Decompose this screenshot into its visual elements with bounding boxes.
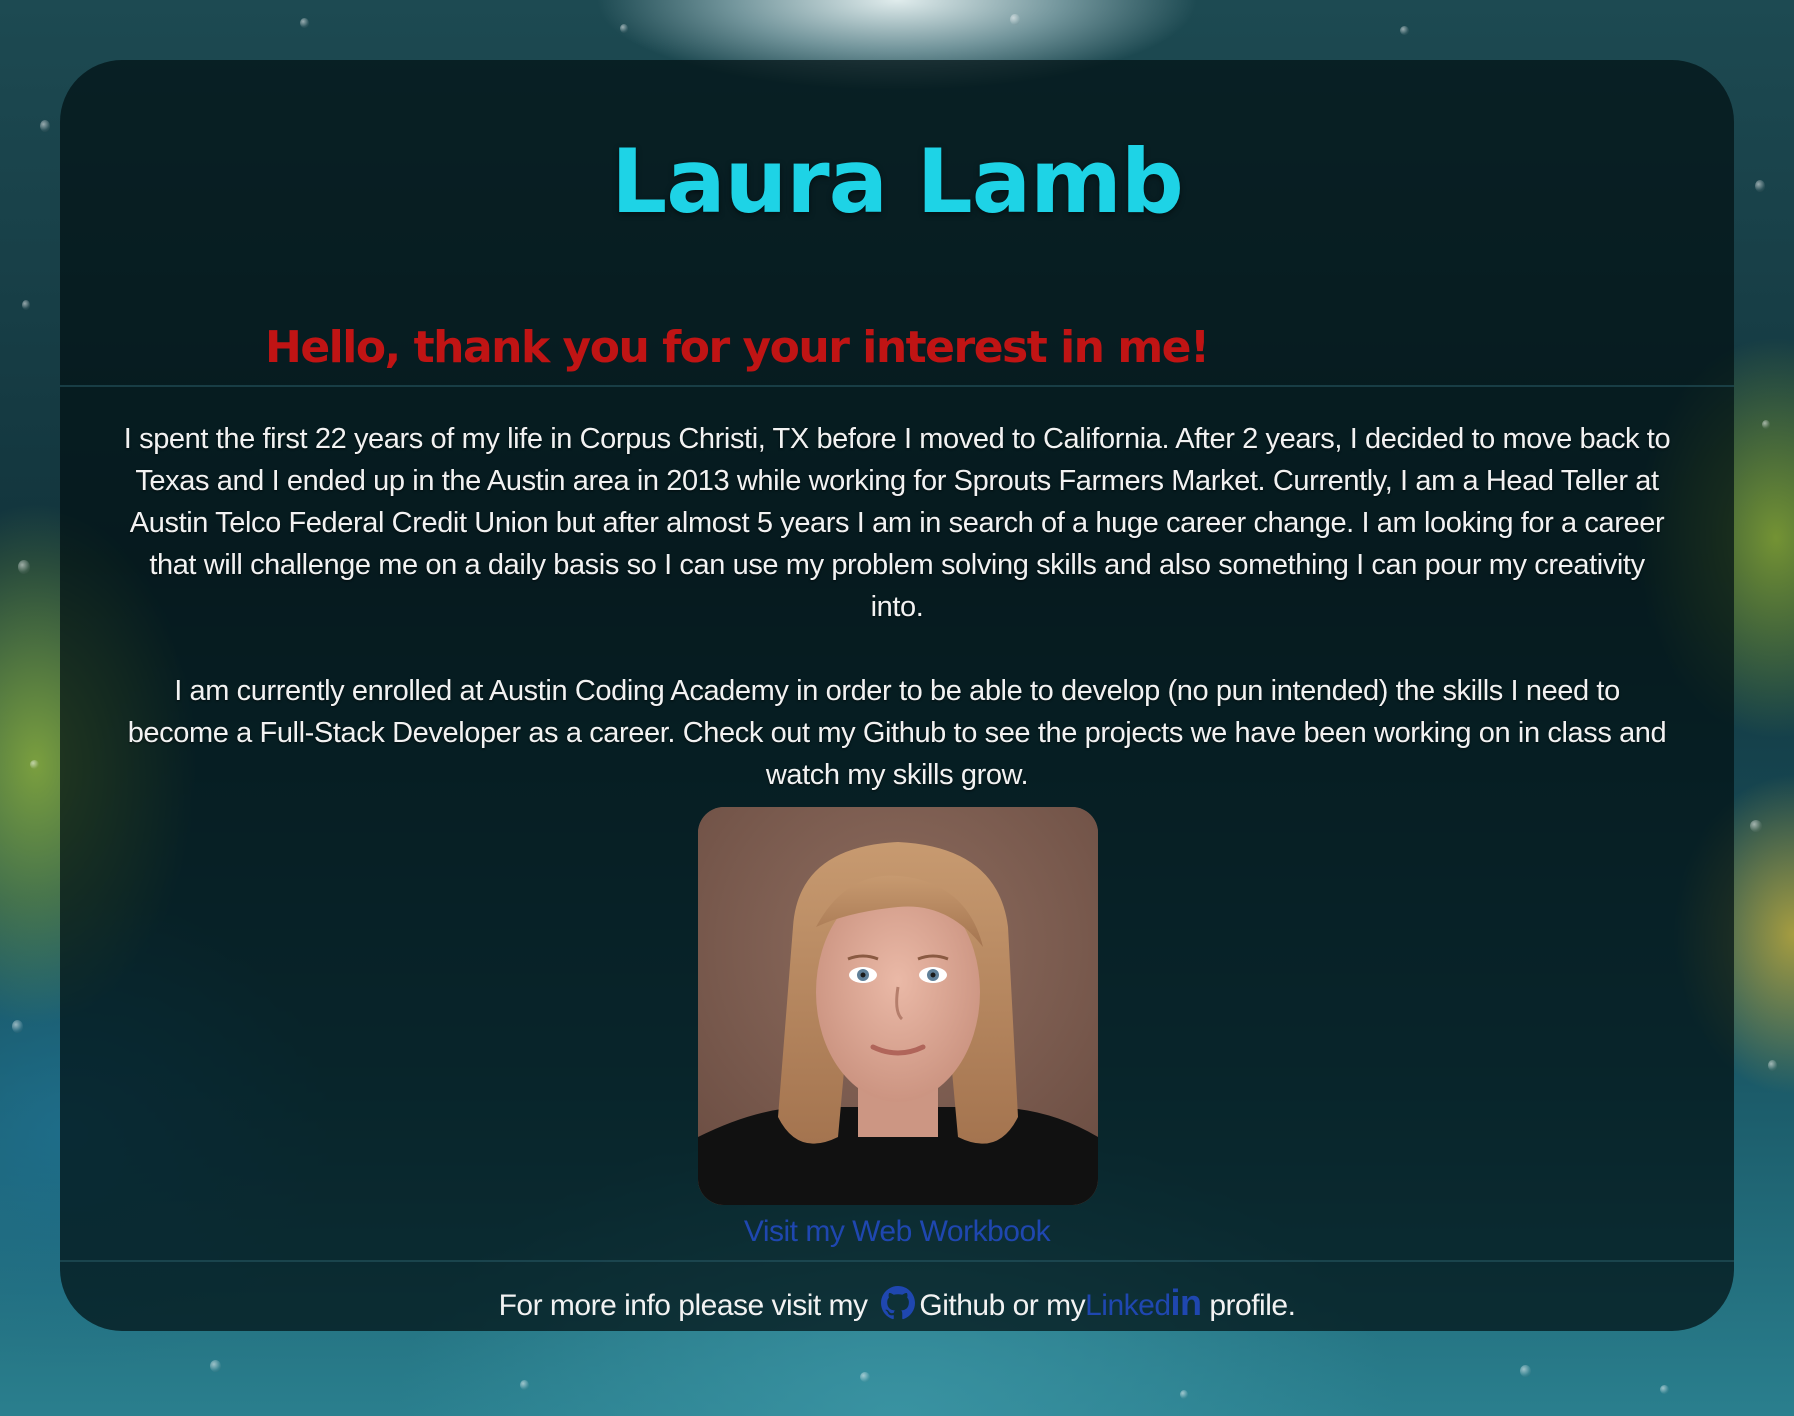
- github-label: Github: [919, 1289, 1005, 1322]
- footer-middle-text: or my: [1012, 1289, 1086, 1322]
- github-octocat-icon: [881, 1286, 916, 1320]
- github-link[interactable]: Github: [875, 1286, 1012, 1322]
- footer: For more info please visit my Github or …: [60, 1282, 1734, 1324]
- linkedin-label-part1: Linked: [1085, 1289, 1171, 1322]
- divider: [60, 385, 1734, 387]
- footer-prefix-text: For more info please visit my: [498, 1289, 868, 1322]
- bio-paragraph-1: I spent the first 22 years of my life in…: [123, 423, 1671, 623]
- footer-suffix-text: profile.: [1209, 1289, 1296, 1322]
- web-workbook-link[interactable]: Visit my Web Workbook: [60, 1215, 1734, 1249]
- profile-card: Laura Lamb Hello, thank you for your int…: [60, 60, 1734, 1331]
- footer-divider: [60, 1260, 1734, 1262]
- profile-photo: [698, 807, 1098, 1205]
- page-title: Laura Lamb: [611, 130, 1184, 233]
- linkedin-logo-in: in: [1170, 1282, 1203, 1323]
- bio-paragraph-2: I am currently enrolled at Austin Coding…: [127, 675, 1667, 791]
- linkedin-link[interactable]: Linkedin: [1085, 1282, 1202, 1323]
- greeting-heading: Hello, thank you for your interest in me…: [265, 322, 1210, 373]
